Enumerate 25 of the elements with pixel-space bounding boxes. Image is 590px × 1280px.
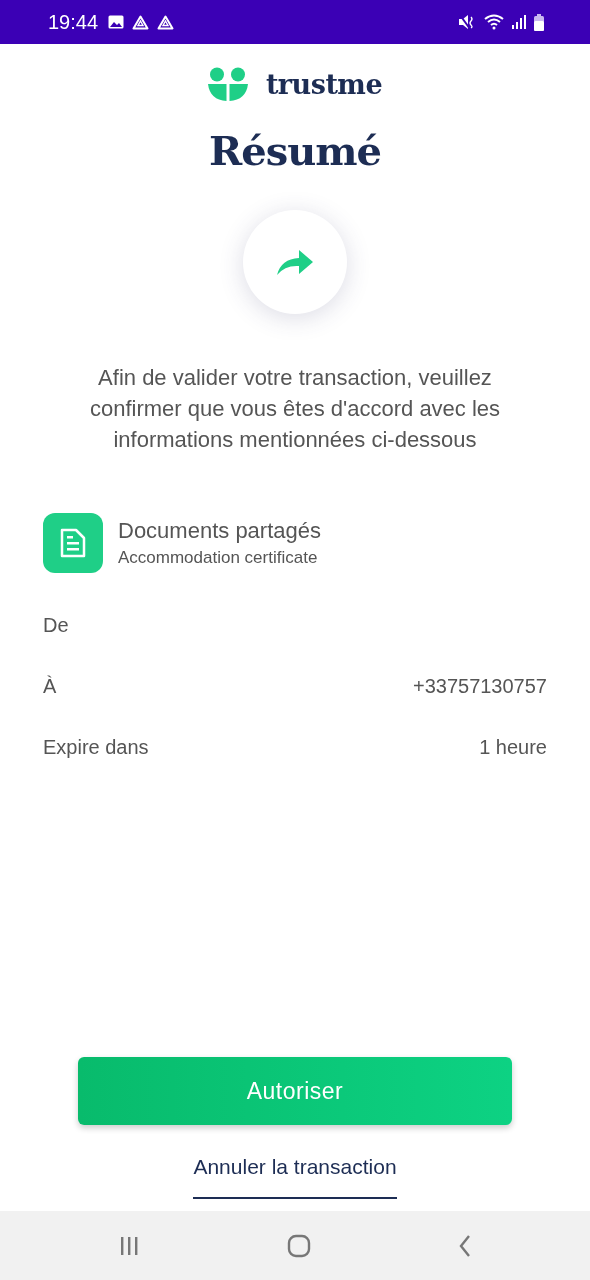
status-time: 19:44 [48, 10, 99, 34]
instruction-text: Afin de valider votre transaction, veuillez confirmer que vous êtes d'accord avec les informations mentionnées ci-dessous [88, 364, 502, 454]
cancel-link[interactable]: Annuler la transaction [193, 1151, 397, 1199]
documents-title: Documents partagés [118, 518, 321, 544]
detail-label: De [43, 614, 69, 637]
image-icon [108, 15, 125, 29]
detail-value: +33757130757 [412, 675, 547, 698]
back-icon[interactable] [457, 1233, 473, 1258]
home-icon[interactable] [286, 1233, 311, 1258]
triangle-icon [157, 14, 175, 30]
wifi-icon [484, 14, 504, 30]
page-title: Résumé [208, 127, 382, 174]
recent-apps-icon[interactable] [118, 1234, 140, 1257]
mute-icon [458, 14, 476, 30]
detail-value: 1 heure [479, 736, 547, 759]
document-icon [60, 528, 86, 558]
brand-name: trustme [265, 68, 383, 100]
triangle-icon [132, 14, 150, 30]
detail-label: À [43, 675, 57, 698]
battery-icon [534, 13, 544, 31]
signal-icon [512, 14, 526, 30]
detail-label: Expire dans [43, 736, 149, 759]
documents-subtitle: Accommodation certificate [118, 548, 319, 568]
logo-icon [207, 67, 248, 101]
share-arrow-icon [275, 247, 315, 277]
